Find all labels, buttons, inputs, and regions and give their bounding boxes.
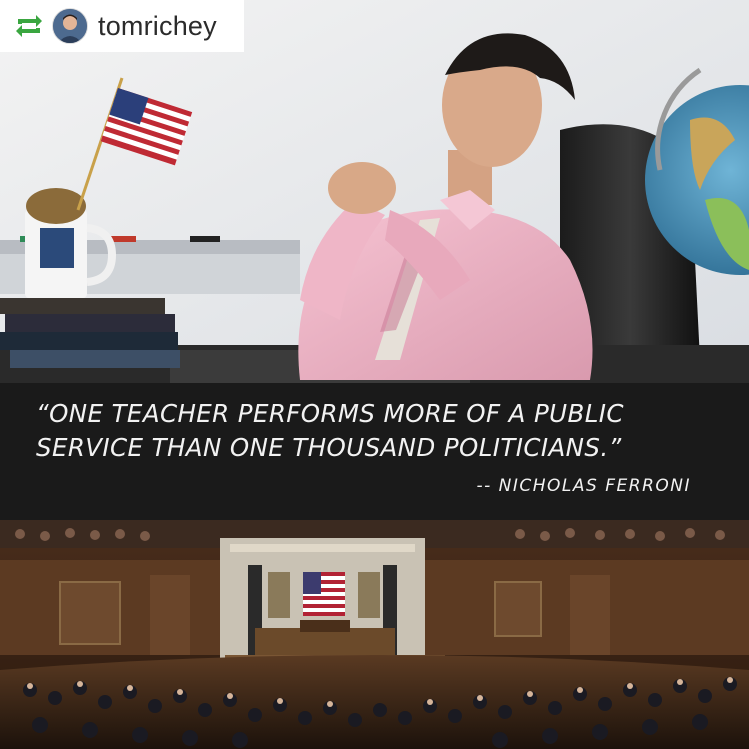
quote-author: -- Nicholas Ferroni — [476, 476, 691, 496]
repost-header: tomrichey — [0, 0, 244, 52]
username-link[interactable]: tomrichey — [98, 11, 217, 42]
quote-band: “One teacher performs more of a public s… — [0, 383, 749, 520]
quote-text: “One teacher performs more of a public s… — [36, 399, 624, 462]
repost-icon[interactable] — [12, 11, 46, 41]
avatar[interactable] — [52, 8, 88, 44]
teacher-photo: tomrichey — [0, 0, 749, 383]
congress-photo — [0, 520, 749, 749]
congress-scene-illustration — [0, 520, 749, 749]
teacher-scene-illustration — [0, 0, 749, 383]
